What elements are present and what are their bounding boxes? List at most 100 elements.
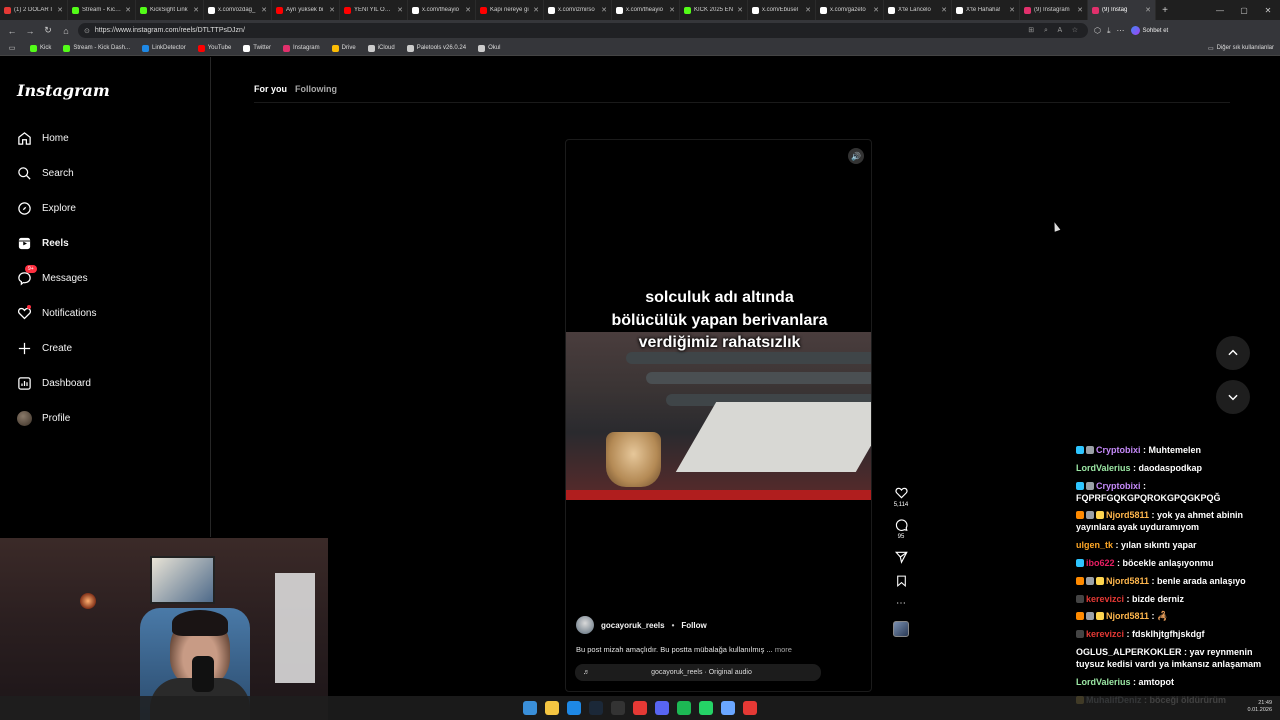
bookmark-item[interactable]: Kick [30,44,51,52]
sidebar-item-create[interactable]: Create [16,338,72,358]
sidebar-item-home[interactable]: Home [16,128,69,148]
browser-tab[interactable]: KİCK 2025 EN ✕ [680,0,748,20]
more-options-icon[interactable]: ⋯ [896,598,906,609]
more-link[interactable]: more [775,645,792,654]
bookmark-item[interactable]: iCloud [367,44,395,52]
app-red-icon[interactable] [633,701,647,715]
tab-close-icon[interactable]: ✕ [873,6,879,14]
browser-tab[interactable]: x.com/Ebusel ✕ [748,0,816,20]
tab-close-icon[interactable]: ✕ [669,6,675,14]
bookmark-item[interactable]: Okul [478,44,500,52]
steam-icon[interactable] [589,701,603,715]
save-action[interactable] [895,574,908,588]
browser-tab[interactable]: x.com/gazeto ✕ [816,0,884,20]
sidebar-item-messages[interactable]: 9+ Messages [16,265,88,288]
other-bookmarks[interactable]: ▭ Diğer sık kullanılanlar [1208,45,1274,52]
author-username[interactable]: gocayoruk_reels [601,621,665,630]
author-avatar[interactable] [576,616,594,634]
tab-close-icon[interactable]: ✕ [533,6,539,14]
downloads-icon[interactable]: ⤓ [1107,26,1111,36]
sidebar-toggle-icon[interactable]: ▭ [6,44,18,52]
reel-video-card[interactable]: 🔊 solculuk adı altında bölücülük yapan b… [565,139,872,692]
url-tools-icons[interactable]: ⊞ ⌕ A ☆ [1028,26,1082,35]
browser-tab[interactable]: (9) Instag ✕ [1088,0,1156,20]
browser-tab[interactable]: (9) Instagram ✕ [1020,0,1088,20]
bookmark-item[interactable]: Twitter [243,44,271,52]
previous-reel-button[interactable] [1216,336,1250,370]
bookmark-item[interactable]: Drive [331,44,356,52]
windows-icon[interactable] [523,701,537,715]
back-icon[interactable]: ← [6,26,18,36]
sidebar-item-search[interactable]: Search [16,163,74,183]
chrome-icon[interactable] [743,701,757,715]
like-action[interactable]: 5,114 [894,486,909,508]
forward-icon[interactable]: → [24,26,36,36]
tab-close-icon[interactable]: ✕ [125,6,131,14]
maximize-icon[interactable]: ▢ [1232,6,1256,15]
tab-close-icon[interactable]: ✕ [1077,6,1083,14]
url-field[interactable]: ⊙ https://www.instagram.com/reels/DTLTTP… [78,23,1088,38]
tab-for-you[interactable]: For you [254,84,287,94]
edge-icon[interactable] [567,701,581,715]
tab-following[interactable]: Following [295,84,337,94]
new-tab-icon[interactable]: + [1156,5,1174,16]
browser-tab[interactable]: x.com/ozdag_ ✕ [204,0,272,20]
browser-tab[interactable]: X'te Hahaha! ✕ [952,0,1020,20]
discord-icon[interactable] [655,701,669,715]
browser-tab[interactable]: x.com/theayio ✕ [408,0,476,20]
obs-icon[interactable] [611,701,625,715]
bookmark-item[interactable]: Stream - Kick Dash... [63,44,130,52]
tab-close-icon[interactable]: ✕ [941,6,947,14]
tab-close-icon[interactable]: ✕ [261,6,267,14]
tab-close-icon[interactable]: ✕ [397,6,403,14]
browser-tab[interactable]: x.com/theayio ✕ [612,0,680,20]
tab-close-icon[interactable]: ✕ [1009,6,1015,14]
tab-close-icon[interactable]: ✕ [193,6,199,14]
follow-button[interactable]: Follow [681,621,706,630]
comment-action[interactable]: 95 [894,518,909,540]
spotify-icon[interactable] [677,701,691,715]
browser-tab[interactable]: Kapı nereye gi ✕ [476,0,544,20]
instagram-logo[interactable]: Instagram [17,81,110,100]
close-window-icon[interactable]: ✕ [1256,6,1280,15]
browser-tab[interactable]: Stream - Kick D ✕ [68,0,136,20]
audio-thumbnail[interactable] [893,621,909,637]
sidebar-item-reels[interactable]: Reels [16,233,69,253]
tab-close-icon[interactable]: ✕ [737,6,743,14]
chat-button[interactable]: Sohbet et [1130,26,1168,35]
reel-video-frame[interactable] [566,332,871,500]
extensions-icon[interactable]: ⬡ [1094,26,1101,35]
app-blue-icon[interactable] [721,701,735,715]
whatsapp-icon[interactable] [699,701,713,715]
home-browser-icon[interactable]: ⌂ [60,26,72,36]
browser-tab[interactable]: X'te Lancelo ✕ [884,0,952,20]
bookmark-item[interactable]: Paletools v26.0.24 [406,44,466,52]
sidebar-item-notifications[interactable]: Notifications [16,303,96,323]
browser-tab[interactable]: (1) 2 DOLAR I ✕ [0,0,68,20]
tab-close-icon[interactable]: ✕ [329,6,335,14]
minimize-icon[interactable]: — [1208,6,1232,15]
sidebar-item-dashboard[interactable]: Dashboard [16,373,91,393]
audio-pill[interactable]: ♬ gocayoruk_reels · Original audio [575,664,821,681]
tab-close-icon[interactable]: ✕ [805,6,811,14]
browser-tab[interactable]: x.com/izmirso ✕ [544,0,612,20]
sidebar-item-explore[interactable]: Explore [16,198,76,218]
tab-close-icon[interactable]: ✕ [1145,6,1151,14]
folder-icon[interactable] [545,701,559,715]
bookmark-item[interactable]: Instagram [282,44,320,52]
tab-close-icon[interactable]: ✕ [601,6,607,14]
share-action[interactable] [894,550,909,564]
sidebar-item-profile[interactable]: Profile [16,408,70,428]
volume-icon[interactable]: 🔊 [848,148,864,164]
next-reel-button[interactable] [1216,380,1250,414]
reload-icon[interactable]: ↻ [42,25,54,36]
menu-icon[interactable]: ⋯ [1117,26,1125,35]
tab-close-icon[interactable]: ✕ [57,6,63,14]
site-info-icon[interactable]: ⊙ [84,27,90,35]
bookmark-item[interactable]: LinkDetector [142,44,186,52]
browser-tab[interactable]: KickSight Link ✕ [136,0,204,20]
tab-close-icon[interactable]: ✕ [465,6,471,14]
bookmark-item[interactable]: YouTube [197,44,231,52]
browser-tab[interactable]: Ayrı yüksek bi ✕ [272,0,340,20]
browser-tab[interactable]: YENİ YIL ÖZEL ✕ [340,0,408,20]
